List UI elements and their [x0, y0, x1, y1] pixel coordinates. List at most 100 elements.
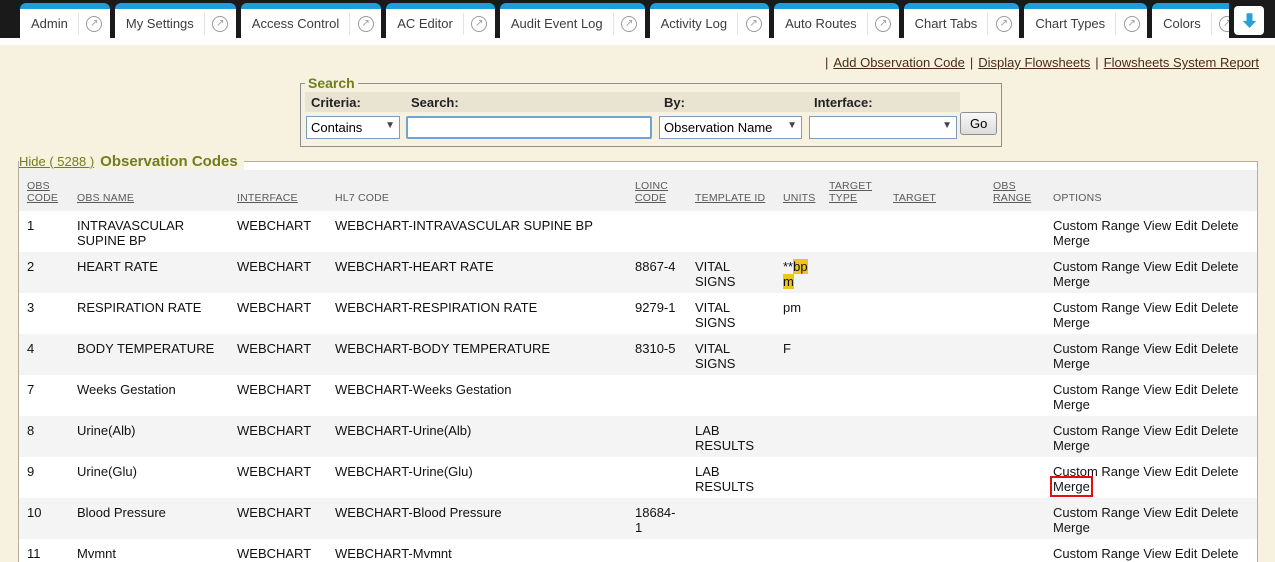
cell-obs-code: 7 — [19, 375, 69, 416]
add-observation-code-link[interactable]: Add Observation Code — [833, 55, 965, 70]
custom-range-link[interactable]: Custom Range — [1053, 505, 1140, 520]
column-header-obs-code[interactable]: OBS CODE — [19, 170, 69, 211]
custom-range-link[interactable]: Custom Range — [1053, 341, 1140, 356]
view-link[interactable]: View — [1143, 464, 1171, 479]
delete-link[interactable]: Delete — [1201, 382, 1239, 397]
column-header-template-id[interactable]: TEMPLATE ID — [687, 170, 775, 211]
custom-range-link[interactable]: Custom Range — [1053, 300, 1140, 315]
view-link[interactable]: View — [1143, 505, 1171, 520]
view-link[interactable]: View — [1143, 546, 1171, 561]
tab-chart-tabs[interactable]: Chart Tabs ↗ — [904, 3, 1020, 38]
cell-obs-name: Urine(Alb) — [69, 416, 229, 457]
column-header-obs-range[interactable]: OBS RANGE — [985, 170, 1045, 211]
table-row: 9 Urine(Glu) WEBCHART WEBCHART-Urine(Glu… — [19, 457, 1257, 498]
edit-link[interactable]: Edit — [1175, 505, 1197, 520]
merge-link[interactable]: Merge — [1053, 233, 1090, 248]
flowsheets-system-report-link[interactable]: Flowsheets System Report — [1104, 55, 1259, 70]
go-button[interactable]: Go — [960, 112, 997, 135]
delete-link[interactable]: Delete — [1201, 546, 1239, 561]
delete-link[interactable]: Delete — [1201, 423, 1239, 438]
open-new-window-icon[interactable]: ↗ — [738, 16, 769, 32]
cell-loinc-code: 8867-4 — [627, 252, 687, 293]
column-header-loinc-code[interactable]: LOINC CODE — [627, 170, 687, 211]
tab-label: AC Editor — [386, 16, 463, 31]
cell-obs-name: Weeks Gestation — [69, 375, 229, 416]
edit-link[interactable]: Edit — [1175, 300, 1197, 315]
edit-link[interactable]: Edit — [1175, 341, 1197, 356]
tab-audit-event-log[interactable]: Audit Event Log ↗ — [500, 3, 645, 38]
custom-range-link[interactable]: Custom Range — [1053, 218, 1140, 233]
tab-activity-log[interactable]: Activity Log ↗ — [650, 3, 769, 38]
custom-range-link[interactable]: Custom Range — [1053, 259, 1140, 274]
cell-interface: WEBCHART — [229, 375, 327, 416]
cell-obs-code: 8 — [19, 416, 69, 457]
merge-link[interactable]: Merge — [1053, 315, 1090, 330]
tab-auto-routes[interactable]: Auto Routes ↗ — [774, 3, 899, 38]
cell-target — [885, 211, 985, 252]
merge-link[interactable]: Merge — [1053, 520, 1090, 535]
criteria-select[interactable]: Contains — [306, 116, 400, 139]
cell-units — [775, 539, 821, 562]
column-header-target-type[interactable]: TARGET TYPE — [821, 170, 885, 211]
delete-link[interactable]: Delete — [1201, 464, 1239, 479]
custom-range-link[interactable]: Custom Range — [1053, 423, 1140, 438]
open-new-window-icon[interactable]: ↗ — [1212, 16, 1229, 32]
column-header-interface[interactable]: INTERFACE — [229, 170, 327, 211]
delete-link[interactable]: Delete — [1201, 505, 1239, 520]
open-new-window-icon[interactable]: ↗ — [79, 16, 110, 32]
tab-label: Chart Types — [1024, 16, 1115, 31]
interface-select[interactable] — [809, 116, 957, 139]
edit-link[interactable]: Edit — [1175, 464, 1197, 479]
merge-link[interactable]: Merge — [1053, 397, 1090, 412]
view-link[interactable]: View — [1143, 300, 1171, 315]
edit-link[interactable]: Edit — [1175, 423, 1197, 438]
tab-colors[interactable]: Colors ↗ — [1152, 3, 1229, 38]
custom-range-link[interactable]: Custom Range — [1053, 382, 1140, 397]
delete-link[interactable]: Delete — [1201, 341, 1239, 356]
view-link[interactable]: View — [1143, 382, 1171, 397]
open-new-window-icon[interactable]: ↗ — [614, 16, 645, 32]
merge-link[interactable]: Merge — [1053, 438, 1090, 453]
merge-link[interactable]: Merge — [1053, 356, 1090, 371]
edit-link[interactable]: Edit — [1175, 546, 1197, 561]
open-new-window-icon[interactable]: ↗ — [464, 16, 495, 32]
tab-overflow-button[interactable] — [1234, 6, 1264, 35]
view-link[interactable]: View — [1143, 259, 1171, 274]
open-new-window-icon[interactable]: ↗ — [1116, 16, 1147, 32]
view-link[interactable]: View — [1143, 423, 1171, 438]
open-new-window-icon[interactable]: ↗ — [350, 16, 381, 32]
delete-link[interactable]: Delete — [1201, 300, 1239, 315]
cell-hl7-code: WEBCHART-Mvmnt — [327, 539, 627, 562]
search-legend: Search — [305, 75, 358, 91]
open-new-window-icon[interactable]: ↗ — [205, 16, 236, 32]
column-header-units[interactable]: UNITS — [775, 170, 821, 211]
column-header-target[interactable]: TARGET — [885, 170, 985, 211]
open-new-window-icon[interactable]: ↗ — [868, 16, 899, 32]
edit-link[interactable]: Edit — [1175, 259, 1197, 274]
view-link[interactable]: View — [1143, 218, 1171, 233]
hide-count-link[interactable]: Hide ( 5288 ) — [19, 154, 94, 169]
cell-obs-name: HEART RATE — [69, 252, 229, 293]
column-header-obs-name[interactable]: OBS NAME — [69, 170, 229, 211]
merge-link-annotated[interactable]: Merge — [1053, 479, 1090, 494]
edit-link[interactable]: Edit — [1175, 382, 1197, 397]
merge-link[interactable]: Merge — [1053, 274, 1090, 289]
display-flowsheets-link[interactable]: Display Flowsheets — [978, 55, 1090, 70]
delete-link[interactable]: Delete — [1201, 218, 1239, 233]
cell-units — [775, 375, 821, 416]
view-link[interactable]: View — [1143, 341, 1171, 356]
custom-range-link[interactable]: Custom Range — [1053, 546, 1140, 561]
table-row: 2 HEART RATE WEBCHART WEBCHART-HEART RAT… — [19, 252, 1257, 293]
by-select[interactable]: Observation Name — [659, 116, 802, 139]
tab-access-control[interactable]: Access Control ↗ — [241, 3, 381, 38]
delete-link[interactable]: Delete — [1201, 259, 1239, 274]
tab-admin[interactable]: Admin ↗ — [20, 3, 110, 38]
edit-link[interactable]: Edit — [1175, 218, 1197, 233]
custom-range-link[interactable]: Custom Range — [1053, 464, 1140, 479]
tab-ac-editor[interactable]: AC Editor ↗ — [386, 3, 495, 38]
tab-chart-types[interactable]: Chart Types ↗ — [1024, 3, 1147, 38]
cell-loinc-code — [627, 211, 687, 252]
tab-my-settings[interactable]: My Settings ↗ — [115, 3, 236, 38]
search-input[interactable] — [406, 116, 652, 139]
open-new-window-icon[interactable]: ↗ — [988, 16, 1019, 32]
